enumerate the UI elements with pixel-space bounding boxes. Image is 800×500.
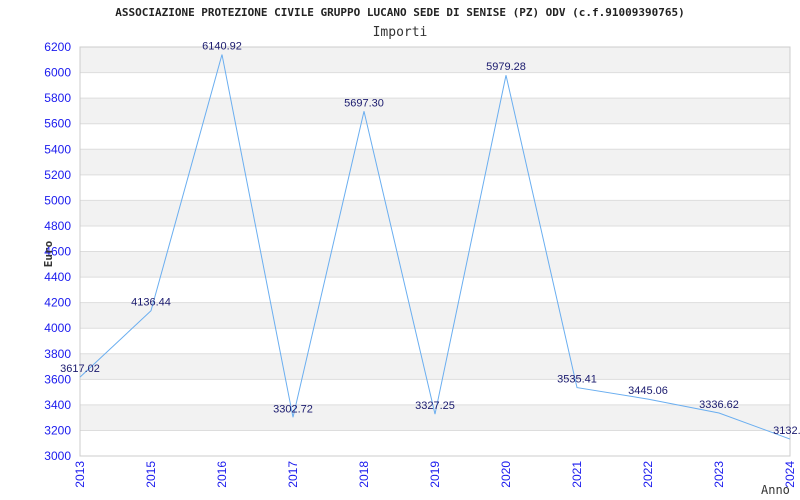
y-tick-label: 5800: [44, 91, 71, 105]
grid-band: [80, 123, 790, 150]
y-tick-label: 6200: [44, 40, 71, 54]
y-tick-label: 5400: [44, 142, 71, 156]
grid-band: [80, 72, 790, 99]
x-tick-label: 2013: [73, 461, 87, 488]
data-label: 3535.41: [557, 374, 597, 386]
x-tick-label: 2017: [286, 461, 300, 488]
y-tick-label: 5000: [44, 193, 71, 207]
data-label: 3132.5: [773, 425, 800, 437]
x-tick-label: 2015: [144, 461, 158, 488]
x-tick-label: 2019: [428, 461, 442, 488]
data-label: 3445.06: [628, 385, 668, 397]
y-tick-label: 3400: [44, 398, 71, 412]
y-tick-label: 3000: [44, 449, 71, 463]
y-tick-label: 4000: [44, 321, 71, 335]
data-label: 3302.72: [273, 403, 313, 415]
data-label: 3336.62: [699, 399, 739, 411]
data-label: 6140.92: [202, 41, 242, 53]
y-tick-label: 4200: [44, 296, 71, 310]
data-label: 3327.25: [415, 400, 455, 412]
x-axis-label: Anno: [761, 483, 790, 497]
grid-band: [80, 98, 790, 124]
chart-container: ASSOCIAZIONE PROTEZIONE CIVILE GRUPPO LU…: [0, 0, 800, 500]
grid-band: [80, 430, 790, 456]
y-tick-label: 5200: [44, 168, 71, 182]
grid-band: [80, 174, 790, 201]
grid-band: [80, 353, 790, 380]
y-tick-label: 5600: [44, 117, 71, 131]
x-tick-label: 2018: [357, 461, 371, 488]
line-chart: 3000320034003600380040004200440046004800…: [42, 40, 800, 497]
grid-band: [80, 302, 790, 329]
y-tick-label: 6000: [44, 66, 71, 80]
grid-band: [80, 328, 790, 354]
grid-band: [80, 277, 790, 303]
data-label: 5979.28: [486, 61, 526, 73]
grid-band: [80, 200, 790, 226]
data-label: 4136.44: [131, 297, 171, 309]
grid-band: [80, 225, 790, 252]
y-axis-label: Euro: [42, 240, 55, 267]
x-tick-label: 2020: [499, 461, 513, 488]
grid-band: [80, 47, 790, 73]
data-label: 5697.30: [344, 97, 384, 109]
x-tick-label: 2023: [712, 461, 726, 488]
y-tick-label: 3200: [44, 423, 71, 437]
y-tick-label: 4800: [44, 219, 71, 233]
data-label: 3617.02: [60, 363, 100, 375]
grid-band: [80, 251, 790, 278]
grid-band: [80, 149, 790, 175]
y-tick-label: 3800: [44, 347, 71, 361]
y-tick-label: 4400: [44, 270, 71, 284]
x-tick-label: 2021: [570, 461, 584, 488]
x-tick-label: 2022: [641, 461, 655, 488]
x-tick-label: 2016: [215, 461, 229, 488]
